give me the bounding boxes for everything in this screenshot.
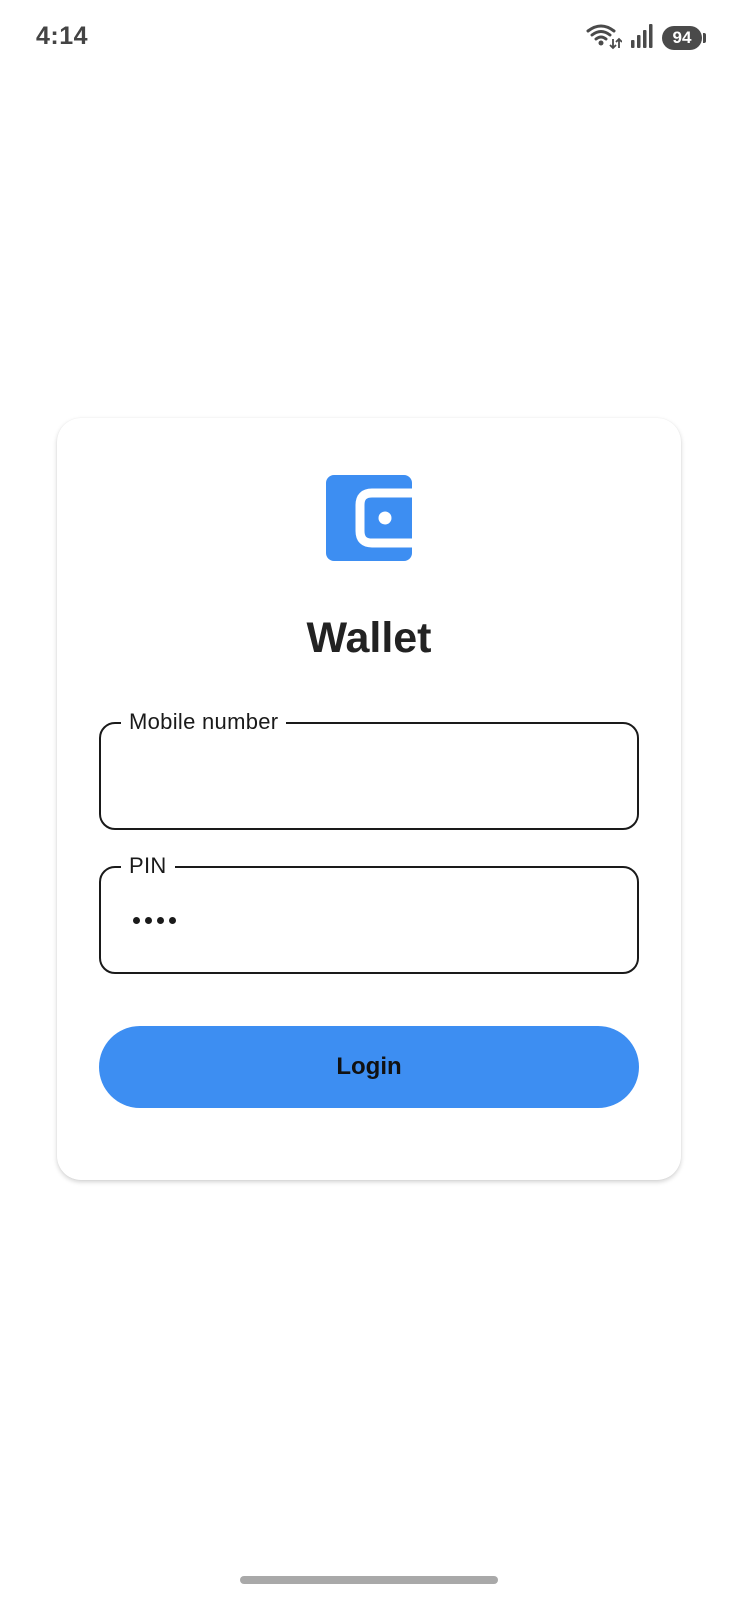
- app-title: Wallet: [306, 614, 432, 662]
- pin-dot: [133, 916, 140, 924]
- pin-dot: [157, 916, 164, 924]
- mobile-number-field[interactable]: Mobile number: [99, 708, 639, 830]
- pin-dot: [169, 916, 176, 924]
- status-icons: 94: [586, 22, 706, 55]
- mobile-number-label: Mobile number: [121, 708, 287, 736]
- signal-icon: [630, 23, 654, 54]
- pin-dot: [145, 916, 152, 924]
- gesture-bar[interactable]: [240, 1576, 498, 1584]
- wifi-icon: [586, 22, 623, 55]
- login-card: Wallet Mobile number PIN Login: [57, 418, 681, 1180]
- pin-field[interactable]: PIN: [99, 852, 639, 974]
- login-screen: 4:14 94 Wallet Mobile number PIN Login: [0, 0, 738, 1600]
- status-bar: 4:14 94: [0, 0, 738, 76]
- status-time: 4:14: [36, 22, 89, 50]
- login-button[interactable]: Login: [99, 1026, 639, 1108]
- wallet-icon: [326, 475, 412, 561]
- mobile-number-input[interactable]: [133, 754, 613, 798]
- battery-icon: 94: [662, 26, 706, 50]
- pin-label: PIN: [121, 852, 175, 880]
- pin-input[interactable]: [133, 900, 176, 940]
- battery-level: 94: [672, 28, 692, 47]
